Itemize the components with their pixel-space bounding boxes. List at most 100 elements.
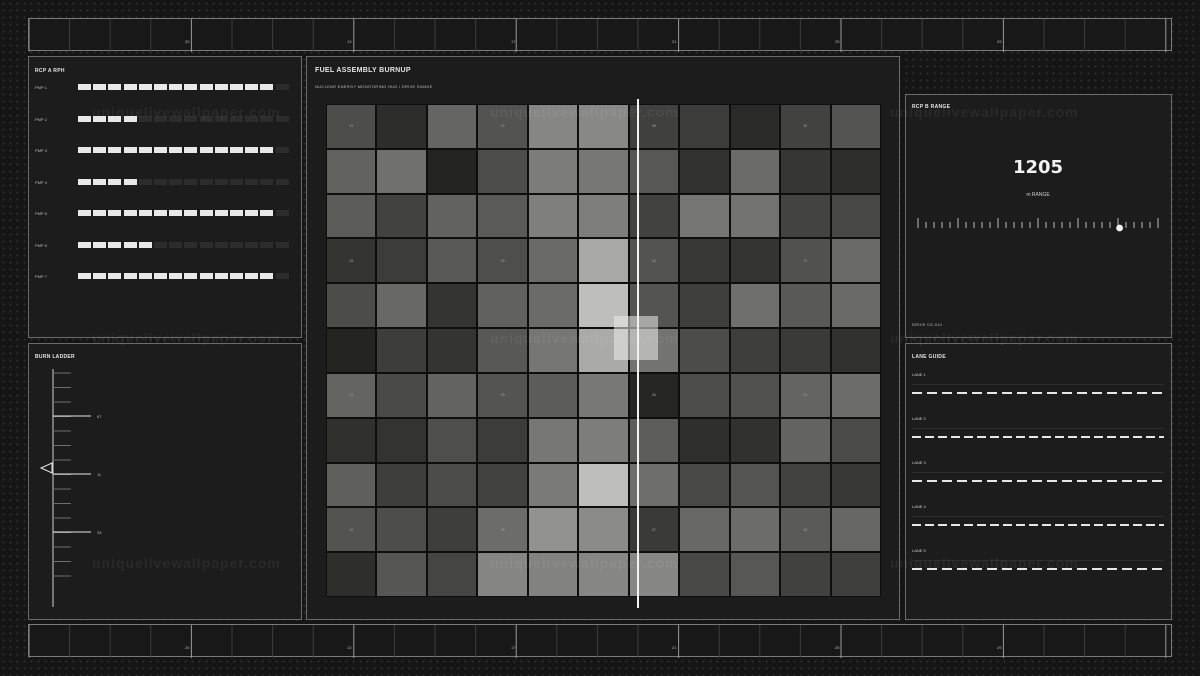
lane-guide-line[interactable] xyxy=(912,568,1164,570)
range-slider[interactable] xyxy=(912,216,1164,236)
fuel-cell[interactable]: 30 xyxy=(780,104,831,149)
fuel-cell[interactable] xyxy=(376,328,427,373)
fuel-cell[interactable] xyxy=(326,283,377,329)
fuel-cell[interactable] xyxy=(527,552,579,597)
fuel-cell[interactable] xyxy=(679,328,730,373)
fuel-cell[interactable] xyxy=(326,328,377,373)
fuel-cell[interactable] xyxy=(326,417,377,463)
fuel-cell[interactable] xyxy=(830,238,881,284)
fuel-cell[interactable] xyxy=(527,104,579,149)
fuel-cell[interactable] xyxy=(729,148,781,194)
fuel-cell[interactable] xyxy=(326,148,377,194)
fuel-cell[interactable] xyxy=(477,148,528,194)
fuel-cell[interactable] xyxy=(326,462,377,508)
lane-guide-line[interactable] xyxy=(912,392,1164,394)
fuel-cell[interactable] xyxy=(477,283,528,329)
fuel-cell[interactable] xyxy=(578,417,629,463)
fuel-cell[interactable] xyxy=(780,328,831,373)
fuel-cell[interactable]: 21 xyxy=(780,372,831,418)
fuel-cell[interactable] xyxy=(679,104,730,149)
fuel-cell[interactable] xyxy=(426,417,478,463)
fuel-cell[interactable]: 22 xyxy=(477,104,528,149)
fuel-cell[interactable] xyxy=(729,507,781,553)
fuel-cell[interactable] xyxy=(578,193,629,239)
fuel-cell[interactable]: 12 xyxy=(326,507,377,553)
grid-cursor-line[interactable] xyxy=(636,99,639,608)
fuel-cell[interactable] xyxy=(729,238,781,284)
fuel-cell[interactable] xyxy=(830,104,881,149)
fuel-cell[interactable] xyxy=(830,417,881,463)
fuel-cell[interactable] xyxy=(426,283,478,329)
fuel-cell[interactable] xyxy=(729,462,781,508)
fuel-cell[interactable] xyxy=(527,148,579,194)
fuel-cell[interactable] xyxy=(780,552,831,597)
fuel-cell[interactable] xyxy=(376,283,427,329)
fuel-cell[interactable]: 11 xyxy=(326,372,377,418)
fuel-cell[interactable] xyxy=(426,148,478,194)
fuel-cell[interactable] xyxy=(578,148,629,194)
fuel-cell[interactable] xyxy=(527,462,579,508)
fuel-cell[interactable] xyxy=(376,507,427,553)
fuel-cell[interactable] xyxy=(477,417,528,463)
fuel-cell[interactable] xyxy=(729,372,781,418)
fuel-cell[interactable] xyxy=(830,462,881,508)
fuel-assembly-grid[interactable]: 12 22 08 30 15 24 10 17 11 29 36 21 12 05 07 03 xyxy=(326,104,881,597)
fuel-cell[interactable] xyxy=(679,193,730,239)
fuel-cell[interactable] xyxy=(426,462,478,508)
fuel-cell[interactable] xyxy=(527,238,579,284)
fuel-cell[interactable]: 29 xyxy=(477,372,528,418)
fuel-cell[interactable] xyxy=(679,552,730,597)
fuel-cell[interactable]: 12 xyxy=(326,104,377,149)
fuel-cell[interactable] xyxy=(578,104,629,149)
fuel-cell[interactable] xyxy=(830,507,881,553)
fuel-cell[interactable] xyxy=(326,552,377,597)
fuel-cell[interactable] xyxy=(376,552,427,597)
fuel-cell[interactable] xyxy=(527,193,579,239)
fuel-cell[interactable] xyxy=(780,417,831,463)
fuel-cell[interactable] xyxy=(376,104,427,149)
fuel-cell[interactable]: 17 xyxy=(780,238,831,284)
fuel-cell[interactable] xyxy=(578,552,629,597)
fuel-cell[interactable] xyxy=(477,193,528,239)
fuel-cell[interactable] xyxy=(376,462,427,508)
ladder-pointer-icon[interactable] xyxy=(39,462,53,474)
fuel-cell[interactable] xyxy=(780,283,831,329)
fuel-cell[interactable] xyxy=(679,238,730,284)
fuel-cell[interactable] xyxy=(679,283,730,329)
fuel-cell[interactable] xyxy=(426,328,478,373)
fuel-cell[interactable] xyxy=(376,238,427,284)
fuel-cell[interactable] xyxy=(679,372,730,418)
fuel-cell[interactable] xyxy=(679,462,730,508)
fuel-cell[interactable] xyxy=(830,328,881,373)
fuel-cell[interactable] xyxy=(426,507,478,553)
fuel-cell[interactable] xyxy=(729,193,781,239)
lane-guide-line[interactable] xyxy=(912,436,1164,438)
fuel-cell[interactable] xyxy=(426,238,478,284)
fuel-cell[interactable] xyxy=(679,148,730,194)
fuel-cell[interactable] xyxy=(679,507,730,553)
fuel-cell[interactable] xyxy=(527,283,579,329)
fuel-cell[interactable] xyxy=(578,507,629,553)
fuel-cell[interactable] xyxy=(326,193,377,239)
fuel-cell[interactable] xyxy=(729,104,781,149)
fuel-cell[interactable] xyxy=(426,193,478,239)
fuel-cell[interactable] xyxy=(729,283,781,329)
fuel-cell[interactable] xyxy=(830,552,881,597)
fuel-cell[interactable] xyxy=(830,148,881,194)
fuel-cell[interactable] xyxy=(527,507,579,553)
fuel-cell[interactable] xyxy=(527,372,579,418)
fuel-cell[interactable] xyxy=(578,372,629,418)
lane-guide-line[interactable] xyxy=(912,480,1164,482)
fuel-cell[interactable] xyxy=(376,148,427,194)
fuel-cell[interactable] xyxy=(729,552,781,597)
fuel-cell[interactable] xyxy=(578,238,629,284)
fuel-cell[interactable] xyxy=(780,462,831,508)
fuel-cell[interactable] xyxy=(376,417,427,463)
fuel-cell[interactable] xyxy=(830,372,881,418)
range-slider-knob[interactable] xyxy=(1116,224,1123,232)
lane-guide-line[interactable] xyxy=(912,524,1164,526)
fuel-cell[interactable] xyxy=(477,552,528,597)
fuel-cell[interactable] xyxy=(729,417,781,463)
fuel-cell[interactable] xyxy=(830,283,881,329)
fuel-cell[interactable] xyxy=(376,193,427,239)
